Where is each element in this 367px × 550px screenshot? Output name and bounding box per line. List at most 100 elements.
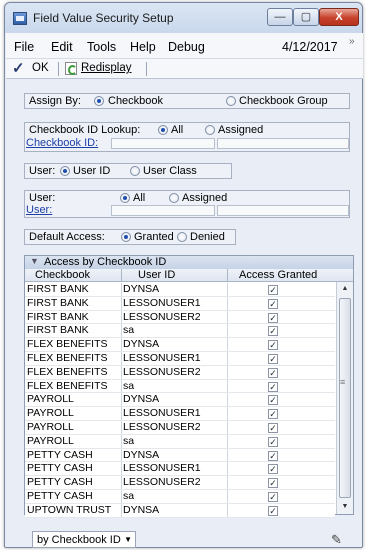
user-from-field[interactable] [111, 205, 215, 216]
cell-user-id: DYNSA [123, 448, 160, 461]
cell-checkbook: FLEX BENEFITS [27, 338, 108, 351]
radio-granted[interactable] [121, 232, 131, 242]
radio-user-assigned[interactable] [169, 193, 179, 203]
access-granted-checkbox[interactable]: ✓ [268, 381, 278, 392]
column-header-user-id[interactable]: User ID [138, 269, 175, 281]
access-granted-checkbox[interactable]: ✓ [268, 395, 278, 406]
table-row[interactable]: FIRST BANK sa ✓ [25, 324, 335, 339]
cell-user-id: LESSONUSER2 [123, 420, 201, 433]
sort-by-select[interactable]: by Checkbook ID ▼ [32, 531, 136, 548]
radio-checkbook-assigned-label[interactable]: Assigned [218, 124, 263, 136]
grid-title-bar[interactable]: ▼ Access by Checkbook ID [25, 256, 353, 269]
radio-granted-label[interactable]: Granted [134, 231, 174, 243]
access-granted-checkbox[interactable]: ✓ [268, 285, 278, 295]
table-row[interactable]: FIRST BANK DYNSA ✓ [25, 283, 335, 297]
table-row[interactable]: FLEX BENEFITS sa ✓ [25, 379, 335, 394]
cell-checkbook: PAYROLL [27, 434, 74, 447]
radio-denied-label[interactable]: Denied [190, 231, 225, 243]
access-granted-checkbox[interactable]: ✓ [268, 505, 278, 516]
menu-file[interactable]: File [14, 40, 34, 54]
column-header-checkbook[interactable]: Checkbook [35, 269, 90, 281]
column-divider [121, 296, 122, 310]
table-row[interactable]: PAYROLL DYNSA ✓ [25, 393, 335, 408]
radio-checkbook-all[interactable] [158, 125, 168, 135]
table-row[interactable]: FIRST BANK LESSONUSER2 ✓ [25, 310, 335, 325]
access-granted-checkbox[interactable]: ✓ [268, 353, 278, 364]
radio-user-class[interactable] [130, 166, 140, 176]
radio-user-assigned-label[interactable]: Assigned [182, 192, 227, 204]
table-row[interactable]: PETTY CASH DYNSA ✓ [25, 448, 335, 463]
access-granted-checkbox[interactable]: ✓ [268, 312, 278, 323]
access-granted-checkbox[interactable]: ✓ [268, 298, 278, 309]
cell-checkbook: PAYROLL [27, 407, 74, 420]
user-link[interactable]: User: [26, 204, 52, 216]
minimize-button[interactable]: — [267, 8, 293, 26]
access-granted-checkbox[interactable]: ✓ [268, 409, 278, 420]
radio-checkbook-group-label[interactable]: Checkbook Group [239, 95, 328, 107]
checkbook-id-from-field[interactable] [111, 138, 215, 149]
access-granted-checkbox[interactable]: ✓ [268, 491, 278, 502]
table-row[interactable]: FLEX BENEFITS LESSONUSER1 ✓ [25, 351, 335, 366]
cell-checkbook: PETTY CASH [27, 448, 93, 461]
table-row[interactable]: PAYROLL sa ✓ [25, 434, 335, 449]
access-granted-checkbox[interactable]: ✓ [268, 422, 278, 433]
menu-debug[interactable]: Debug [168, 40, 205, 54]
radio-denied[interactable] [177, 232, 187, 242]
table-row[interactable]: PETTY CASH LESSONUSER1 ✓ [25, 462, 335, 477]
radio-checkbook-label[interactable]: Checkbook [108, 95, 163, 107]
table-row[interactable]: PAYROLL LESSONUSER1 ✓ [25, 407, 335, 421]
radio-checkbook-group[interactable] [226, 96, 236, 106]
radio-user-id[interactable] [60, 166, 70, 176]
access-granted-checkbox[interactable]: ✓ [268, 464, 278, 475]
scroll-thumb[interactable] [339, 298, 351, 498]
radio-user-all-label[interactable]: All [133, 192, 145, 204]
note-icon[interactable]: ✎ [331, 532, 342, 548]
table-row[interactable]: FIRST BANK LESSONUSER1 ✓ [25, 296, 335, 311]
grid-scrollbar[interactable]: ▲ ≡ ▼ [336, 282, 353, 514]
cell-checkbook: FIRST BANK [27, 283, 89, 295]
table-row[interactable]: FLEX BENEFITS DYNSA ✓ [25, 338, 335, 352]
access-granted-checkbox[interactable]: ✓ [268, 478, 278, 489]
maximize-button[interactable]: ▢ [293, 8, 319, 26]
checkbook-id-to-field[interactable] [217, 138, 349, 149]
table-row[interactable]: PETTY CASH LESSONUSER2 ✓ [25, 476, 335, 490]
redisplay-button[interactable]: Redisplay [81, 62, 132, 74]
ok-button[interactable]: OK [32, 62, 49, 74]
user-to-field[interactable] [217, 205, 349, 216]
access-grid: ▼ Access by Checkbook ID Checkbook User … [24, 255, 354, 518]
radio-user-all[interactable] [120, 193, 130, 203]
access-granted-checkbox[interactable]: ✓ [268, 340, 278, 351]
default-access-label: Default Access: [29, 231, 105, 243]
radio-checkbook-all-label[interactable]: All [171, 124, 183, 136]
table-row[interactable]: FLEX BENEFITS LESSONUSER2 ✓ [25, 365, 335, 380]
scroll-up-icon[interactable]: ▲ [337, 282, 353, 296]
table-row[interactable]: PAYROLL LESSONUSER2 ✓ [25, 420, 335, 435]
checkbook-id-link[interactable]: Checkbook ID: [26, 137, 98, 149]
access-granted-checkbox[interactable]: ✓ [268, 450, 278, 461]
access-granted-checkbox[interactable]: ✓ [268, 326, 278, 337]
menu-overflow-icon[interactable]: » [349, 36, 355, 47]
column-divider [227, 434, 228, 448]
column-divider [227, 296, 228, 310]
column-header-access-granted[interactable]: Access Granted [239, 269, 317, 281]
access-granted-checkbox[interactable]: ✓ [268, 367, 278, 378]
menu-help[interactable]: Help [130, 40, 156, 54]
title-bar[interactable]: Field Value Security Setup — ▢ X [5, 3, 362, 33]
cell-user-id: LESSONUSER1 [123, 407, 201, 420]
scroll-down-icon[interactable]: ▼ [337, 500, 353, 514]
table-row[interactable]: PETTY CASH sa ✓ [25, 489, 335, 504]
access-granted-checkbox[interactable]: ✓ [268, 436, 278, 447]
table-row[interactable]: UPTOWN TRUST DYNSA ✓ [25, 503, 335, 518]
menu-tools[interactable]: Tools [87, 40, 116, 54]
radio-checkbook[interactable] [94, 96, 104, 106]
close-button[interactable]: X [319, 8, 359, 26]
expand-arrow-icon[interactable]: ▼ [30, 256, 39, 266]
user-date[interactable]: 4/12/2017 [282, 40, 338, 54]
radio-user-id-label[interactable]: User ID [73, 165, 110, 177]
cell-user-id: sa [123, 434, 135, 447]
cell-user-id: LESSONUSER1 [123, 296, 201, 309]
menu-edit[interactable]: Edit [51, 40, 73, 54]
radio-user-class-label[interactable]: User Class [143, 165, 197, 177]
column-divider [121, 434, 122, 448]
radio-checkbook-assigned[interactable] [205, 125, 215, 135]
